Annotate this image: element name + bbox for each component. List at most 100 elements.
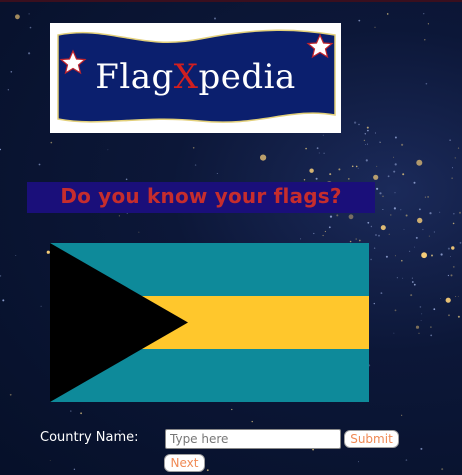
star-dot [394, 309, 397, 312]
star-dot [421, 252, 427, 259]
star-dot [367, 221, 370, 224]
star-dot [28, 13, 30, 15]
star-dot [324, 230, 326, 233]
star-dot [415, 325, 420, 329]
star-dot [358, 19, 361, 22]
logo-wordmark-x: X [173, 57, 199, 97]
star-dot [402, 277, 404, 279]
star-dot [413, 181, 416, 184]
star-dot [416, 159, 423, 166]
star-dot [216, 173, 218, 174]
star-dot [394, 192, 396, 194]
star-dot [424, 39, 426, 41]
star-dot [358, 239, 361, 242]
star-dot [50, 141, 53, 144]
star-dot [459, 242, 462, 244]
star-dot [15, 255, 17, 256]
star-dot [206, 469, 209, 472]
star-dot [38, 163, 41, 166]
star-dot [300, 238, 302, 240]
star-dot [457, 296, 459, 297]
star-dot [457, 315, 460, 318]
star-dot [29, 26, 32, 29]
star-dot [0, 148, 1, 151]
star-dot [418, 332, 420, 334]
star-dot [409, 250, 411, 252]
star-dot [118, 215, 120, 217]
star-dot [370, 225, 373, 228]
star-dot [0, 275, 2, 277]
star-dot [415, 236, 418, 239]
star-dot [394, 136, 397, 139]
star-dot [358, 461, 359, 463]
star-dot [423, 13, 425, 15]
star-dot [385, 255, 388, 258]
star-dot [393, 332, 395, 334]
star-dot [455, 296, 457, 297]
star-dot [402, 173, 405, 176]
star-dot [10, 71, 13, 73]
star-dot [429, 212, 432, 215]
star-dot [430, 334, 433, 337]
submit-button[interactable]: Submit [344, 430, 399, 448]
star-dot [431, 254, 433, 257]
star-dot [450, 274, 453, 277]
star-dot [323, 152, 325, 154]
next-button[interactable]: Next [164, 454, 205, 472]
flag-image [50, 243, 369, 402]
star-dot [451, 177, 453, 179]
star-dot [440, 298, 442, 299]
logo-wordmark-part1: Flag [95, 57, 174, 97]
star-dot [422, 228, 424, 231]
star-dot [394, 163, 397, 166]
star-dot [401, 414, 403, 416]
star-dot [315, 177, 318, 180]
star-dot [453, 213, 455, 215]
star-dot [336, 214, 339, 217]
star-dot [401, 259, 403, 262]
star-dot [428, 235, 430, 237]
star-dot [390, 214, 392, 216]
star-dot [373, 247, 376, 249]
star-dot [214, 17, 216, 20]
star-dot [388, 233, 390, 235]
star-dot [367, 143, 368, 145]
star-dot [393, 170, 396, 173]
star-dot [419, 306, 422, 308]
star-dot [450, 256, 451, 257]
star-dot [364, 133, 366, 135]
star-dot [366, 126, 369, 129]
star-dot [329, 173, 332, 176]
page-heading: Do you know your flags? [60, 184, 342, 208]
star-dot [9, 393, 12, 396]
star-dot [457, 147, 460, 149]
star-dot [447, 274, 449, 277]
star-dot [403, 228, 405, 230]
star-dot [28, 52, 31, 55]
star-dot [376, 165, 378, 167]
star-dot [357, 167, 359, 169]
star-dot [396, 277, 398, 279]
star-dot [447, 247, 450, 250]
star-dot [316, 147, 319, 150]
star-dot [440, 253, 443, 256]
star-dot [192, 147, 195, 149]
star-dot [459, 211, 461, 214]
star-dot [411, 281, 414, 283]
star-dot [452, 266, 455, 268]
star-dot [410, 294, 413, 297]
star-dot [414, 246, 416, 248]
star-dot [448, 314, 450, 317]
star-dot [441, 468, 444, 471]
star-dot [451, 246, 455, 250]
star-dot [424, 196, 426, 198]
star-dot [367, 129, 369, 132]
star-dot [329, 215, 333, 218]
star-dot [358, 123, 360, 126]
country-name-input[interactable] [165, 429, 341, 449]
star-dot [313, 232, 315, 235]
star-dot [354, 121, 357, 124]
star-dot [355, 238, 358, 240]
star-dot [386, 13, 389, 15]
star-dot [70, 410, 72, 412]
